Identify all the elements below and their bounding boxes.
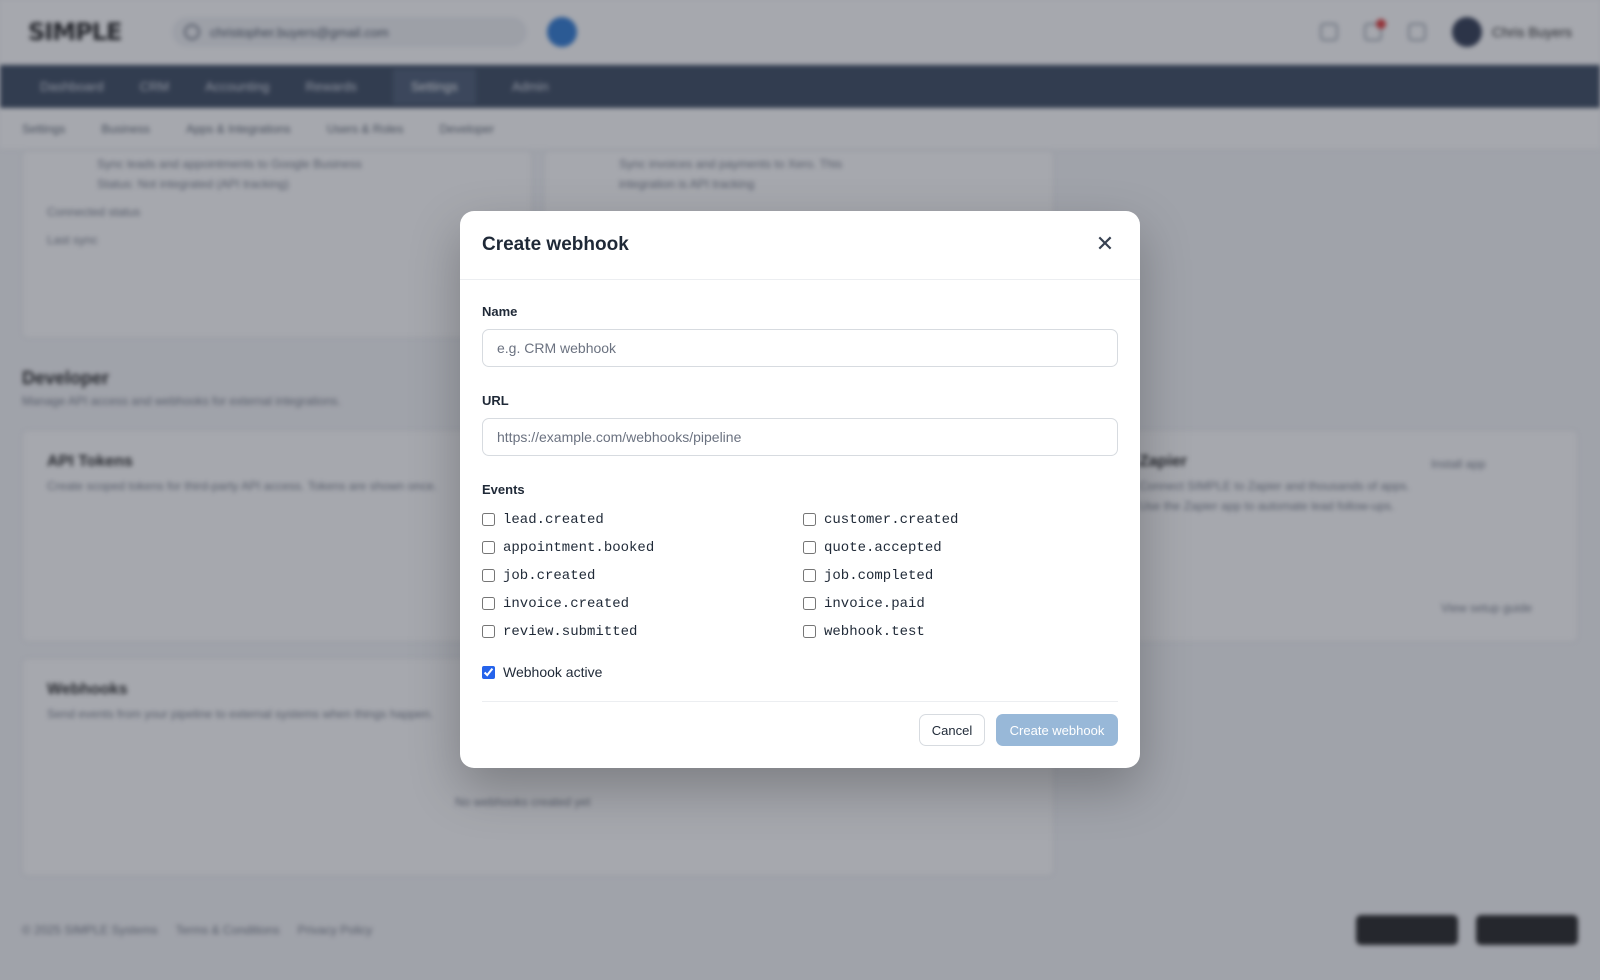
- event-option[interactable]: invoice.created: [482, 595, 803, 612]
- event-checkbox[interactable]: [803, 513, 816, 526]
- dialog-footer: Cancel Create webhook: [919, 714, 1118, 746]
- events-grid: lead.created customer.created appointmen…: [482, 511, 1118, 640]
- url-label: URL: [482, 393, 509, 408]
- event-option[interactable]: webhook.test: [803, 623, 1124, 640]
- event-checkbox[interactable]: [482, 625, 495, 638]
- event-option[interactable]: lead.created: [482, 511, 803, 528]
- dialog-header: Create webhook ✕: [460, 211, 1140, 280]
- event-name: customer.created: [824, 511, 959, 528]
- event-name: invoice.paid: [824, 595, 925, 612]
- name-label: Name: [482, 304, 518, 319]
- close-icon[interactable]: ✕: [1092, 232, 1118, 258]
- events-label: Events: [482, 482, 525, 497]
- cancel-button[interactable]: Cancel: [919, 714, 985, 746]
- webhook-active-checkbox[interactable]: [482, 665, 495, 679]
- create-webhook-dialog: Create webhook ✕ Name URL Events lead.cr…: [460, 211, 1140, 768]
- event-name: job.created: [503, 567, 596, 584]
- event-name: invoice.created: [503, 595, 630, 612]
- url-input[interactable]: [482, 418, 1118, 456]
- event-name: quote.accepted: [824, 539, 942, 556]
- event-checkbox[interactable]: [482, 541, 495, 554]
- event-checkbox[interactable]: [482, 513, 495, 526]
- event-name: lead.created: [503, 511, 604, 528]
- event-checkbox[interactable]: [482, 569, 495, 582]
- event-option[interactable]: appointment.booked: [482, 539, 803, 556]
- webhook-active-toggle[interactable]: Webhook active: [482, 664, 1118, 680]
- event-option[interactable]: review.submitted: [482, 623, 803, 640]
- event-checkbox[interactable]: [803, 597, 816, 610]
- event-option[interactable]: customer.created: [803, 511, 1124, 528]
- webhook-active-label: Webhook active: [503, 664, 603, 680]
- event-option[interactable]: invoice.paid: [803, 595, 1124, 612]
- event-option[interactable]: quote.accepted: [803, 539, 1124, 556]
- event-name: review.submitted: [503, 623, 638, 640]
- event-name: appointment.booked: [503, 539, 655, 556]
- event-checkbox[interactable]: [482, 597, 495, 610]
- footer-divider: [482, 701, 1118, 702]
- event-checkbox[interactable]: [803, 541, 816, 554]
- event-name: job.completed: [824, 567, 934, 584]
- event-option[interactable]: job.completed: [803, 567, 1124, 584]
- dialog-title: Create webhook: [482, 234, 629, 255]
- name-input[interactable]: [482, 329, 1118, 367]
- dialog-body: Name URL Events lead.created customer.cr…: [460, 280, 1140, 702]
- event-checkbox[interactable]: [803, 625, 816, 638]
- event-name: webhook.test: [824, 623, 925, 640]
- create-webhook-button[interactable]: Create webhook: [996, 714, 1118, 746]
- event-checkbox[interactable]: [803, 569, 816, 582]
- event-option[interactable]: job.created: [482, 567, 803, 584]
